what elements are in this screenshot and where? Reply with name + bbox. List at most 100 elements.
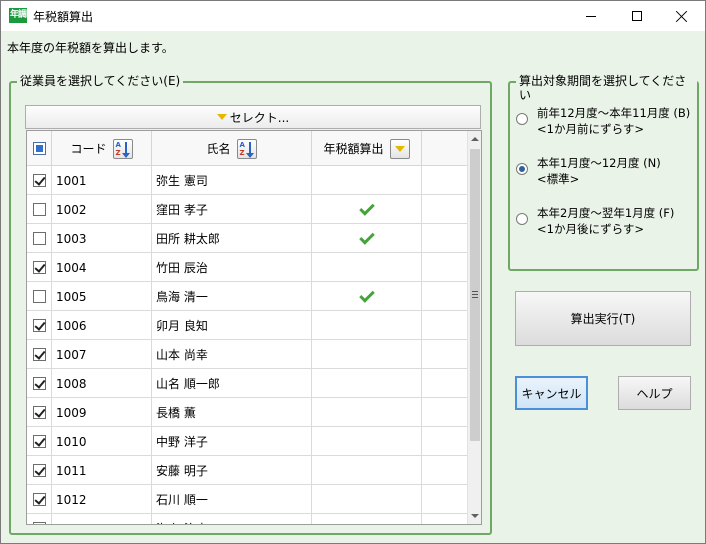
- row-checkbox[interactable]: [32, 493, 46, 506]
- header-calc-cell[interactable]: 年税額算出: [312, 131, 422, 166]
- row-select-cell[interactable]: [27, 166, 52, 195]
- maximize-button[interactable]: [614, 1, 660, 31]
- filler-cell: [422, 485, 467, 514]
- table-row[interactable]: 1012 石川 順一: [27, 485, 467, 514]
- employee-name: 田所 耕太郎: [152, 224, 312, 253]
- row-checkbox[interactable]: [32, 406, 46, 419]
- row-checkbox[interactable]: [32, 522, 46, 524]
- period-option-previous[interactable]: 前年12月度～本年11月度 (B) <1か月前にずらす>: [516, 105, 690, 137]
- period-option-line1: 本年1月度～12月度 (N): [537, 156, 661, 170]
- filler-cell: [422, 456, 467, 485]
- help-button[interactable]: ヘルプ: [618, 376, 691, 410]
- row-select-cell[interactable]: [27, 369, 52, 398]
- row-checkbox[interactable]: [32, 203, 46, 216]
- sort-name-button[interactable]: AZ: [236, 138, 257, 159]
- header-name-cell[interactable]: 氏名 AZ: [152, 131, 312, 166]
- scroll-thumb[interactable]: [470, 149, 480, 441]
- calc-status-cell: [312, 253, 422, 282]
- filler-cell: [422, 166, 467, 195]
- row-select-cell[interactable]: [27, 427, 52, 456]
- row-select-cell[interactable]: [27, 340, 52, 369]
- period-option-standard[interactable]: 本年1月度～12月度 (N) <標準>: [516, 155, 661, 187]
- table-row[interactable]: 1003 田所 耕太郎: [27, 224, 467, 253]
- table-row[interactable]: 1010 中野 洋子: [27, 427, 467, 456]
- table-row[interactable]: 1007 山本 尚幸: [27, 340, 467, 369]
- header-select-all-cell[interactable]: [27, 131, 52, 166]
- calc-status-cell: [312, 456, 422, 485]
- grid-header: コード AZ 氏名 AZ 年税額算出: [27, 131, 467, 166]
- row-checkbox[interactable]: [32, 348, 46, 361]
- scroll-up-icon[interactable]: [471, 137, 479, 141]
- cancel-button[interactable]: キャンセル: [515, 376, 588, 410]
- calc-status-cell: [312, 282, 422, 311]
- sort-z-glyph: Z: [239, 148, 245, 157]
- period-option-line1: 前年12月度～本年11月度 (B): [537, 106, 691, 120]
- period-option-label: 本年2月度～翌年1月度 (F) <1か月後にずらす>: [537, 205, 674, 237]
- close-icon: [676, 10, 688, 22]
- code-column-header: コード: [70, 142, 107, 156]
- table-row[interactable]: 1008 山名 順一郎: [27, 369, 467, 398]
- table-row[interactable]: 1002 窪田 孝子: [27, 195, 467, 224]
- row-select-cell[interactable]: [27, 456, 52, 485]
- app-icon: 年調: [9, 8, 27, 23]
- filler-cell: [422, 427, 467, 456]
- period-radio-standard[interactable]: [516, 163, 528, 175]
- period-option-line2: <標準>: [537, 172, 580, 186]
- row-checkbox[interactable]: [32, 464, 46, 477]
- filter-triangle-icon: [394, 145, 405, 152]
- filler-cell: [422, 282, 467, 311]
- row-checkbox[interactable]: [32, 290, 46, 303]
- header-code-cell[interactable]: コード AZ: [52, 131, 152, 166]
- row-select-cell[interactable]: [27, 398, 52, 427]
- row-checkbox[interactable]: [32, 377, 46, 390]
- employee-code: 1011: [52, 456, 152, 485]
- row-select-cell[interactable]: [27, 282, 52, 311]
- row-checkbox[interactable]: [32, 261, 46, 274]
- sort-code-button[interactable]: AZ: [112, 138, 133, 159]
- row-select-cell[interactable]: [27, 195, 52, 224]
- execute-button[interactable]: 算出実行(T): [515, 291, 691, 346]
- period-radio-previous[interactable]: [516, 113, 528, 125]
- filler-cell: [422, 340, 467, 369]
- dropdown-triangle-icon: [216, 114, 227, 120]
- select-button[interactable]: セレクト...: [25, 105, 481, 129]
- period-option-next[interactable]: 本年2月度～翌年1月度 (F) <1か月後にずらす>: [516, 205, 674, 237]
- table-row[interactable]: 1004 竹田 辰治: [27, 253, 467, 282]
- employee-name: 中野 洋子: [152, 427, 312, 456]
- filler-cell: [422, 398, 467, 427]
- table-row[interactable]: 1011 安藤 明子: [27, 456, 467, 485]
- row-checkbox[interactable]: [32, 232, 46, 245]
- calc-status-cell: [312, 369, 422, 398]
- title-bar[interactable]: 年調 年税額算出: [1, 1, 705, 31]
- employee-name: 竹田 辰治: [152, 253, 312, 282]
- filter-calc-button[interactable]: [389, 138, 410, 159]
- row-select-cell[interactable]: [27, 224, 52, 253]
- employee-code: 1002: [52, 195, 152, 224]
- filler-cell: [422, 195, 467, 224]
- row-checkbox[interactable]: [32, 319, 46, 332]
- row-select-cell[interactable]: [27, 253, 52, 282]
- calc-status-cell: [312, 427, 422, 456]
- employee-code: 1001: [52, 166, 152, 195]
- table-row[interactable]: 1006 卯月 良知: [27, 311, 467, 340]
- row-select-cell[interactable]: [27, 311, 52, 340]
- row-checkbox[interactable]: [32, 435, 46, 448]
- employee-code: 1006: [52, 311, 152, 340]
- table-row[interactable]: 1013海上 治夫: [27, 514, 467, 524]
- row-checkbox[interactable]: [32, 174, 46, 187]
- table-row[interactable]: 1005 鳥海 清一: [27, 282, 467, 311]
- scroll-down-icon[interactable]: [471, 514, 479, 518]
- employee-code: 1013: [52, 514, 152, 524]
- period-radio-next[interactable]: [516, 213, 528, 225]
- vertical-scrollbar[interactable]: [467, 131, 481, 524]
- minimize-button[interactable]: [568, 1, 614, 31]
- table-row[interactable]: 1001 弥生 憲司: [27, 166, 467, 195]
- select-all-checkbox[interactable]: [32, 142, 46, 155]
- employee-name: 山本 尚幸: [152, 340, 312, 369]
- employee-name: 鳥海 清一: [152, 282, 312, 311]
- row-select-cell[interactable]: [27, 514, 52, 524]
- row-select-cell[interactable]: [27, 485, 52, 514]
- calc-column-header: 年税額算出: [323, 142, 384, 156]
- table-row[interactable]: 1009 長橋 薫: [27, 398, 467, 427]
- close-button[interactable]: [659, 1, 705, 31]
